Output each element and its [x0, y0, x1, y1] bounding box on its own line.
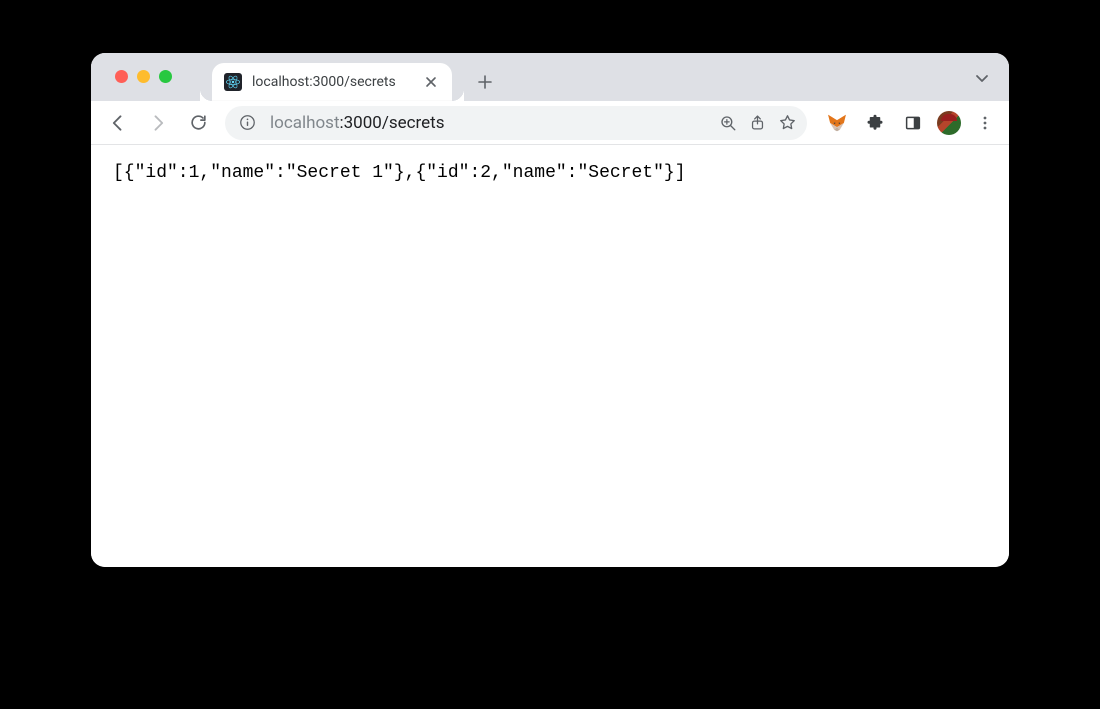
react-icon	[224, 73, 242, 91]
extensions	[823, 109, 999, 137]
new-tab-button[interactable]	[470, 67, 500, 97]
site-info-icon[interactable]	[239, 114, 256, 131]
address-bar[interactable]: localhost:3000/secrets	[225, 106, 807, 140]
toolbar: localhost:3000/secrets	[91, 101, 1009, 145]
response-body: [{"id":1,"name":"Secret 1"},{"id":2,"nam…	[113, 163, 987, 183]
chrome-menu-button[interactable]	[971, 109, 999, 137]
forward-button[interactable]	[141, 106, 175, 140]
browser-tab-active[interactable]: localhost:3000/secrets	[212, 63, 452, 101]
window-controls	[115, 70, 172, 83]
close-tab-button[interactable]	[422, 73, 440, 91]
tabs: localhost:3000/secrets	[212, 53, 500, 101]
profile-avatar[interactable]	[937, 111, 961, 135]
tab-title: localhost:3000/secrets	[252, 74, 422, 90]
omnibox-actions	[719, 113, 797, 132]
tab-strip: localhost:3000/secrets	[91, 53, 1009, 101]
page-viewport: [{"id":1,"name":"Secret 1"},{"id":2,"nam…	[91, 145, 1009, 567]
window-close-button[interactable]	[115, 70, 128, 83]
metamask-extension-icon[interactable]	[823, 109, 851, 137]
tab-search-button[interactable]	[973, 69, 991, 87]
window-minimize-button[interactable]	[137, 70, 150, 83]
extensions-puzzle-icon[interactable]	[861, 109, 889, 137]
zoom-icon[interactable]	[719, 114, 737, 132]
url-text: localhost:3000/secrets	[270, 113, 705, 133]
share-icon[interactable]	[749, 114, 766, 131]
bookmark-star-icon[interactable]	[778, 113, 797, 132]
browser-window: localhost:3000/secrets	[91, 53, 1009, 567]
url-host: localhost	[270, 113, 340, 133]
window-zoom-button[interactable]	[159, 70, 172, 83]
back-button[interactable]	[101, 106, 135, 140]
reload-button[interactable]	[181, 106, 215, 140]
side-panel-icon[interactable]	[899, 109, 927, 137]
url-path: :3000/secrets	[340, 113, 445, 133]
